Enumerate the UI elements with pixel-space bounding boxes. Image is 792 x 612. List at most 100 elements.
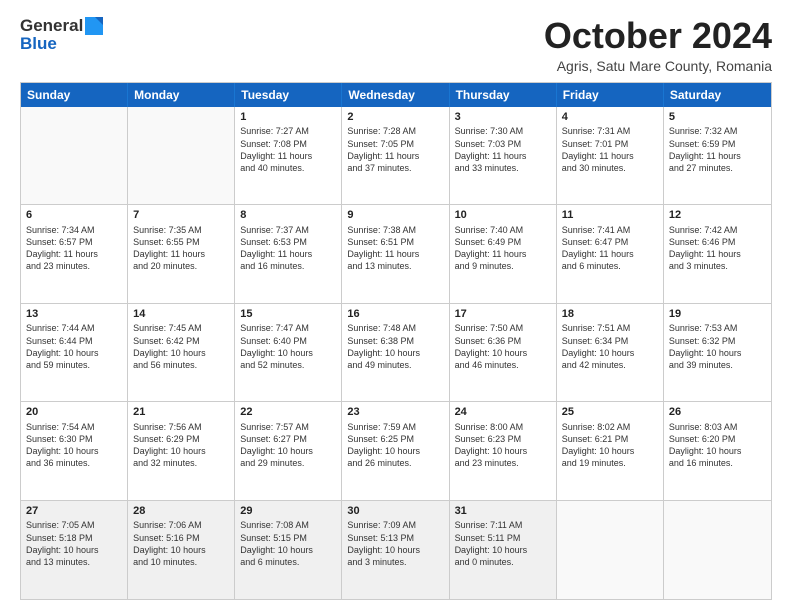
cell-info: Sunrise: 7:11 AMSunset: 5:11 PMDaylight:… [455,519,551,568]
cell-info: Sunrise: 7:05 AMSunset: 5:18 PMDaylight:… [26,519,122,568]
calendar-row-4: 20Sunrise: 7:54 AMSunset: 6:30 PMDayligh… [21,402,771,500]
day-number: 2 [347,110,443,125]
calendar-cell: 24Sunrise: 8:00 AMSunset: 6:23 PMDayligh… [450,402,557,499]
calendar-cell: 26Sunrise: 8:03 AMSunset: 6:20 PMDayligh… [664,402,771,499]
cell-info: Sunrise: 7:34 AMSunset: 6:57 PMDaylight:… [26,224,122,273]
header-day-saturday: Saturday [664,83,771,107]
calendar-cell: 23Sunrise: 7:59 AMSunset: 6:25 PMDayligh… [342,402,449,499]
day-number: 29 [240,504,336,519]
month-title: October 2024 [544,16,772,56]
calendar-cell: 19Sunrise: 7:53 AMSunset: 6:32 PMDayligh… [664,304,771,401]
header-day-friday: Friday [557,83,664,107]
calendar-cell: 16Sunrise: 7:48 AMSunset: 6:38 PMDayligh… [342,304,449,401]
day-number: 6 [26,208,122,223]
cell-info: Sunrise: 7:56 AMSunset: 6:29 PMDaylight:… [133,421,229,470]
day-number: 31 [455,504,551,519]
logo-general: General [20,16,83,36]
day-number: 21 [133,405,229,420]
calendar-row-3: 13Sunrise: 7:44 AMSunset: 6:44 PMDayligh… [21,304,771,402]
title-block: October 2024 Agris, Satu Mare County, Ro… [544,16,772,74]
cell-info: Sunrise: 7:35 AMSunset: 6:55 PMDaylight:… [133,224,229,273]
calendar-cell: 25Sunrise: 8:02 AMSunset: 6:21 PMDayligh… [557,402,664,499]
header-day-tuesday: Tuesday [235,83,342,107]
location: Agris, Satu Mare County, Romania [544,58,772,74]
logo-icon [85,17,103,35]
calendar-row-2: 6Sunrise: 7:34 AMSunset: 6:57 PMDaylight… [21,205,771,303]
day-number: 30 [347,504,443,519]
day-number: 7 [133,208,229,223]
cell-info: Sunrise: 7:57 AMSunset: 6:27 PMDaylight:… [240,421,336,470]
cell-info: Sunrise: 7:50 AMSunset: 6:36 PMDaylight:… [455,322,551,371]
calendar: SundayMondayTuesdayWednesdayThursdayFrid… [20,82,772,600]
cell-info: Sunrise: 7:47 AMSunset: 6:40 PMDaylight:… [240,322,336,371]
header-day-thursday: Thursday [450,83,557,107]
day-number: 11 [562,208,658,223]
calendar-row-1: 1Sunrise: 7:27 AMSunset: 7:08 PMDaylight… [21,107,771,205]
cell-info: Sunrise: 8:03 AMSunset: 6:20 PMDaylight:… [669,421,766,470]
header: General Blue October 2024 Agris, Satu Ma… [20,16,772,74]
day-number: 10 [455,208,551,223]
day-number: 20 [26,405,122,420]
header-day-sunday: Sunday [21,83,128,107]
calendar-cell: 15Sunrise: 7:47 AMSunset: 6:40 PMDayligh… [235,304,342,401]
calendar-cell [21,107,128,204]
calendar-cell: 20Sunrise: 7:54 AMSunset: 6:30 PMDayligh… [21,402,128,499]
day-number: 15 [240,307,336,322]
calendar-cell: 4Sunrise: 7:31 AMSunset: 7:01 PMDaylight… [557,107,664,204]
day-number: 1 [240,110,336,125]
calendar-cell: 28Sunrise: 7:06 AMSunset: 5:16 PMDayligh… [128,501,235,599]
calendar-cell: 27Sunrise: 7:05 AMSunset: 5:18 PMDayligh… [21,501,128,599]
day-number: 9 [347,208,443,223]
cell-info: Sunrise: 7:42 AMSunset: 6:46 PMDaylight:… [669,224,766,273]
cell-info: Sunrise: 7:53 AMSunset: 6:32 PMDaylight:… [669,322,766,371]
logo-blue: Blue [20,34,57,54]
calendar-row-5: 27Sunrise: 7:05 AMSunset: 5:18 PMDayligh… [21,501,771,599]
calendar-body: 1Sunrise: 7:27 AMSunset: 7:08 PMDaylight… [21,107,771,599]
calendar-cell: 8Sunrise: 7:37 AMSunset: 6:53 PMDaylight… [235,205,342,302]
calendar-cell: 13Sunrise: 7:44 AMSunset: 6:44 PMDayligh… [21,304,128,401]
day-number: 19 [669,307,766,322]
day-number: 16 [347,307,443,322]
calendar-cell [128,107,235,204]
calendar-cell: 5Sunrise: 7:32 AMSunset: 6:59 PMDaylight… [664,107,771,204]
header-day-wednesday: Wednesday [342,83,449,107]
cell-info: Sunrise: 7:30 AMSunset: 7:03 PMDaylight:… [455,125,551,174]
day-number: 22 [240,405,336,420]
cell-info: Sunrise: 7:44 AMSunset: 6:44 PMDaylight:… [26,322,122,371]
page: General Blue October 2024 Agris, Satu Ma… [0,0,792,612]
calendar-cell: 6Sunrise: 7:34 AMSunset: 6:57 PMDaylight… [21,205,128,302]
cell-info: Sunrise: 7:08 AMSunset: 5:15 PMDaylight:… [240,519,336,568]
calendar-cell: 2Sunrise: 7:28 AMSunset: 7:05 PMDaylight… [342,107,449,204]
cell-info: Sunrise: 7:32 AMSunset: 6:59 PMDaylight:… [669,125,766,174]
day-number: 14 [133,307,229,322]
calendar-cell: 7Sunrise: 7:35 AMSunset: 6:55 PMDaylight… [128,205,235,302]
cell-info: Sunrise: 7:45 AMSunset: 6:42 PMDaylight:… [133,322,229,371]
day-number: 23 [347,405,443,420]
cell-info: Sunrise: 7:09 AMSunset: 5:13 PMDaylight:… [347,519,443,568]
cell-info: Sunrise: 7:40 AMSunset: 6:49 PMDaylight:… [455,224,551,273]
day-number: 13 [26,307,122,322]
day-number: 28 [133,504,229,519]
logo: General Blue [20,16,103,54]
calendar-cell: 18Sunrise: 7:51 AMSunset: 6:34 PMDayligh… [557,304,664,401]
cell-info: Sunrise: 7:37 AMSunset: 6:53 PMDaylight:… [240,224,336,273]
cell-info: Sunrise: 7:27 AMSunset: 7:08 PMDaylight:… [240,125,336,174]
day-number: 4 [562,110,658,125]
calendar-cell: 3Sunrise: 7:30 AMSunset: 7:03 PMDaylight… [450,107,557,204]
cell-info: Sunrise: 7:41 AMSunset: 6:47 PMDaylight:… [562,224,658,273]
day-number: 8 [240,208,336,223]
cell-info: Sunrise: 7:28 AMSunset: 7:05 PMDaylight:… [347,125,443,174]
day-number: 24 [455,405,551,420]
calendar-cell: 31Sunrise: 7:11 AMSunset: 5:11 PMDayligh… [450,501,557,599]
calendar-cell [557,501,664,599]
day-number: 25 [562,405,658,420]
cell-info: Sunrise: 7:54 AMSunset: 6:30 PMDaylight:… [26,421,122,470]
cell-info: Sunrise: 7:06 AMSunset: 5:16 PMDaylight:… [133,519,229,568]
day-number: 3 [455,110,551,125]
cell-info: Sunrise: 7:51 AMSunset: 6:34 PMDaylight:… [562,322,658,371]
calendar-cell: 12Sunrise: 7:42 AMSunset: 6:46 PMDayligh… [664,205,771,302]
day-number: 26 [669,405,766,420]
calendar-cell: 30Sunrise: 7:09 AMSunset: 5:13 PMDayligh… [342,501,449,599]
calendar-cell: 9Sunrise: 7:38 AMSunset: 6:51 PMDaylight… [342,205,449,302]
cell-info: Sunrise: 8:02 AMSunset: 6:21 PMDaylight:… [562,421,658,470]
